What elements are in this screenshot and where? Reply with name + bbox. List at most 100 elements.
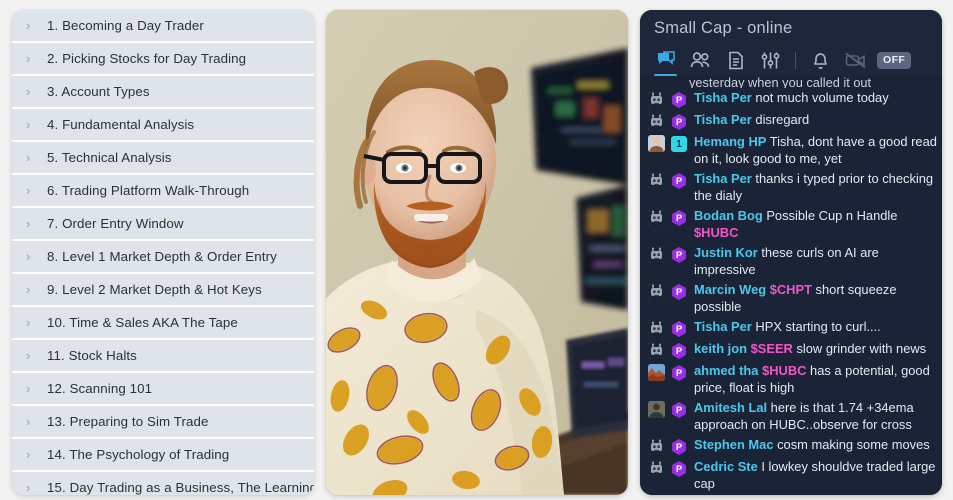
chat-username[interactable]: Stephen Mac	[694, 437, 774, 452]
chevron-right-icon: ›	[26, 414, 31, 429]
curriculum-item-label: 12. Scanning 101	[47, 381, 153, 396]
chat-username[interactable]: Tisha Per	[694, 112, 752, 127]
chat-message-text: slow grinder with news	[792, 341, 927, 356]
curriculum-item[interactable]: › 12. Scanning 101	[12, 373, 314, 406]
chevron-right-icon: ›	[26, 315, 31, 330]
chat-tab-icon[interactable]	[653, 48, 678, 76]
stock-ticker[interactable]: $CHPT	[770, 282, 812, 297]
curriculum-item-label: 6. Trading Platform Walk-Through	[47, 183, 250, 198]
curriculum-item-label: 1. Becoming a Day Trader	[47, 18, 204, 33]
chat-username[interactable]: ahmed tha	[694, 363, 758, 378]
chat-message: P Justin Kor these curls on AI are impres…	[640, 243, 942, 280]
chat-username[interactable]: Tisha Per	[694, 171, 752, 186]
document-icon[interactable]	[723, 48, 748, 72]
chat-message-text: cosm making some moves	[773, 437, 930, 452]
curriculum-item[interactable]: › 1. Becoming a Day Trader	[12, 10, 314, 43]
curriculum-item-label: 9. Level 2 Market Depth & Hot Keys	[47, 282, 262, 297]
curriculum-item[interactable]: › 8. Level 1 Market Depth & Order Entry	[12, 241, 314, 274]
chat-message-body: Justin Kor these curls on AI are impress…	[694, 245, 942, 278]
curriculum-list: › 1. Becoming a Day Trader › 2. Picking Sto…	[12, 10, 314, 495]
stock-ticker[interactable]: $HUBC	[694, 225, 738, 240]
chat-message-list[interactable]: yesterday when you called it out P Tisha …	[640, 75, 942, 495]
curriculum-item-label: 13. Preparing to Sim Trade	[47, 414, 209, 429]
user-rank-badge: P	[672, 114, 686, 130]
curriculum-item[interactable]: › 9. Level 2 Market Depth & Hot Keys	[12, 274, 314, 307]
chat-message: P Tisha Per HPX starting to curl....	[640, 317, 942, 339]
robot-avatar[interactable]	[648, 246, 665, 263]
chevron-right-icon: ›	[26, 381, 31, 396]
chat-username[interactable]: Tisha Per	[694, 319, 752, 334]
curriculum-item[interactable]: › 11. Stock Halts	[12, 340, 314, 373]
curriculum-item-label: 14. The Psychology of Trading	[47, 447, 230, 462]
chat-message-text: Possible Cup n Handle	[762, 208, 898, 223]
chat-username[interactable]: Tisha Per	[694, 90, 752, 105]
video-toggle-badge[interactable]: OFF	[877, 51, 912, 69]
user-rank-badge: P	[672, 343, 686, 359]
chat-message: P Bodan Bog Possible Cup n Handle $HUBC	[640, 206, 942, 243]
robot-avatar[interactable]	[648, 91, 665, 108]
chat-message-text: HPX starting to curl....	[751, 319, 881, 334]
chat-message-body: Tisha Per not much volume today	[694, 90, 942, 107]
chevron-right-icon: ›	[26, 480, 31, 495]
chat-username[interactable]: Marcin Weg	[694, 282, 766, 297]
chat-username[interactable]: Hemang HP	[694, 134, 766, 149]
curriculum-item[interactable]: › 3. Account Types	[12, 76, 314, 109]
curriculum-item[interactable]: › 15. Day Trading as a Business, The Lear…	[12, 472, 314, 495]
chevron-right-icon: ›	[26, 282, 31, 297]
partial-message-top: yesterday when you called it out	[689, 76, 872, 88]
photo-avatar-person-dark[interactable]	[648, 401, 665, 418]
curriculum-item[interactable]: › 6. Trading Platform Walk-Through	[12, 175, 314, 208]
chat-message: P Amitesh Lal here is that 1.74 +34ema ap…	[640, 398, 942, 435]
robot-avatar[interactable]	[648, 113, 665, 130]
chat-username[interactable]: keith jon	[694, 341, 747, 356]
curriculum-item-label: 4. Fundamental Analysis	[47, 117, 195, 132]
curriculum-item-label: 3. Account Types	[47, 84, 150, 99]
user-rank-badge: P	[672, 210, 686, 226]
user-rank-badge: P	[672, 439, 686, 455]
people-icon[interactable]	[688, 48, 713, 72]
portrait-panel	[326, 10, 628, 495]
chat-message-body: Marcin Weg $CHPT short squeeze possible	[694, 282, 942, 315]
chat-message-text: not much volume today	[751, 90, 889, 105]
curriculum-item[interactable]: › 7. Order Entry Window	[12, 208, 314, 241]
chat-message: Pahmed tha $HUBC has a potential, good p…	[640, 361, 942, 398]
robot-avatar[interactable]	[648, 320, 665, 337]
stock-ticker[interactable]: $HUBC	[762, 363, 806, 378]
chat-username[interactable]: Justin Kor	[694, 245, 758, 260]
user-rank-badge: 1	[671, 136, 687, 152]
photo-avatar-canyon[interactable]	[648, 364, 665, 381]
user-rank-badge: P	[672, 402, 686, 418]
toolbar-divider	[795, 51, 796, 69]
chat-message: P Cedric Ste I lowkey shouldve traded lar…	[640, 457, 942, 494]
robot-avatar[interactable]	[648, 342, 665, 359]
chat-toolbar: OFF	[640, 45, 942, 76]
photo-avatar-person-light[interactable]	[648, 135, 665, 152]
chat-username[interactable]: Bodan Bog	[694, 208, 763, 223]
chat-username[interactable]: Cedric Ste	[694, 459, 758, 474]
chevron-right-icon: ›	[26, 150, 31, 165]
robot-avatar[interactable]	[648, 283, 665, 300]
curriculum-item[interactable]: › 10. Time & Sales AKA The Tape	[12, 307, 314, 340]
robot-avatar[interactable]	[648, 460, 665, 477]
curriculum-item-label: 10. Time & Sales AKA The Tape	[47, 315, 238, 330]
curriculum-item-label: 8. Level 1 Market Depth & Order Entry	[47, 249, 277, 264]
curriculum-item[interactable]: › 14. The Psychology of Trading	[12, 439, 314, 472]
robot-avatar[interactable]	[648, 209, 665, 226]
chevron-right-icon: ›	[26, 51, 31, 66]
curriculum-item-label: 2. Picking Stocks for Day Trading	[47, 51, 247, 66]
user-rank-badge: P	[672, 284, 686, 300]
curriculum-item[interactable]: › 4. Fundamental Analysis	[12, 109, 314, 142]
video-off-icon[interactable]	[843, 48, 868, 72]
sliders-icon[interactable]	[758, 48, 783, 72]
robot-avatar[interactable]	[648, 172, 665, 189]
curriculum-item[interactable]: › 13. Preparing to Sim Trade	[12, 406, 314, 439]
bell-icon[interactable]	[808, 48, 833, 72]
chat-message-body: Tisha Per disregard	[694, 112, 942, 129]
curriculum-item[interactable]: › 2. Picking Stocks for Day Trading	[12, 43, 314, 76]
curriculum-item[interactable]: › 5. Technical Analysis	[12, 142, 314, 175]
chat-username[interactable]: Amitesh Lal	[694, 400, 767, 415]
trader-portrait-photo	[326, 10, 628, 495]
chat-message-body: Tisha Per HPX starting to curl....	[694, 319, 942, 336]
stock-ticker[interactable]: $SEER	[751, 341, 793, 356]
robot-avatar[interactable]	[648, 438, 665, 455]
